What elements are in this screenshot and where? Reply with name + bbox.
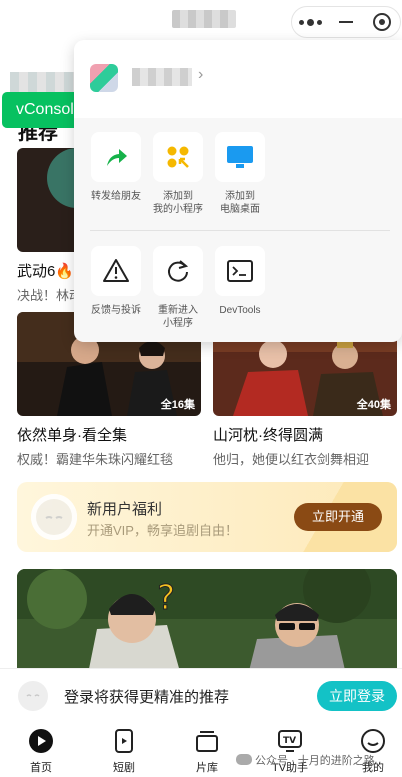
menu-label: 转发给朋友 — [91, 191, 141, 202]
reload-icon — [153, 246, 203, 296]
close-button[interactable] — [364, 7, 400, 37]
play-icon — [29, 729, 53, 753]
featured-video-thumbnail[interactable]: ? — [17, 569, 397, 679]
menu-label: 反馈与投诉 — [91, 305, 141, 316]
open-vip-button[interactable]: 立即开通 — [294, 503, 382, 531]
warning-icon — [91, 246, 141, 296]
minimize-button[interactable] — [328, 7, 364, 37]
miniprogram-logo — [90, 64, 118, 92]
tab-home[interactable]: 首页 — [13, 728, 69, 775]
miniprogram-capsule — [291, 6, 401, 38]
menu-header[interactable]: › — [74, 40, 402, 118]
short-drama-icon — [115, 729, 133, 753]
video-subtitle: 权威！霸建华朱珠闪耀红毯 — [17, 452, 174, 467]
chevron-right-icon: › — [198, 66, 204, 83]
svg-text:?: ? — [157, 578, 175, 618]
share-icon — [91, 132, 141, 182]
vconsole-button[interactable]: vConsole — [2, 92, 84, 128]
tab-label: 首页 — [30, 762, 52, 774]
menu-label: DevTools — [219, 305, 261, 316]
add-miniprogram-icon — [153, 132, 203, 182]
bottom-tab-bar: 首页 短剧 片库 TV TV助手 我的 — [0, 722, 402, 777]
watermark-text: 公众号 · 十月的进阶之路 — [255, 755, 375, 767]
menu-label: 添加到 我的小程序 — [153, 191, 203, 215]
desktop-icon — [215, 132, 265, 182]
capsule-menu-popup: › 转发给朋友 添加到 我的小程序 添加到 电脑桌面 反馈与投诉 重新进入 小程… — [74, 40, 402, 342]
menu-item-share[interactable]: 转发给朋友 — [84, 132, 148, 203]
menu-divider — [90, 230, 390, 231]
more-button[interactable] — [292, 7, 328, 37]
login-prompt-bar: 登录将获得更精准的推荐 立即登录 — [0, 668, 402, 722]
video-title: 依然单身·看全集 — [17, 427, 127, 444]
minus-icon — [339, 21, 353, 23]
menu-item-feedback[interactable]: 反馈与投诉 — [84, 246, 148, 317]
miniprogram-name-blurred — [132, 68, 192, 86]
login-button[interactable]: 立即登录 — [317, 681, 397, 711]
video-title: 山河枕·终得圆满 — [213, 427, 323, 444]
episode-badge: 全40集 — [356, 399, 391, 411]
more-icon — [298, 18, 322, 26]
menu-item-reload[interactable]: 重新进入 小程序 — [146, 246, 210, 330]
avatar — [18, 681, 48, 711]
page-title-blurred — [172, 10, 236, 28]
menu-item-add-desktop[interactable]: 添加到 电脑桌面 — [208, 132, 272, 216]
new-user-promo-banner[interactable]: 新用户福利 开通VIP，畅享追剧自由！ 立即开通 — [17, 482, 397, 552]
profile-icon — [361, 729, 385, 753]
login-prompt-text: 登录将获得更精准的推荐 — [64, 689, 230, 706]
menu-label: 重新进入 小程序 — [158, 305, 198, 329]
tab-short-drama[interactable]: 短剧 — [96, 728, 152, 775]
tab-label: 短剧 — [113, 762, 135, 774]
user-info-blurred — [10, 72, 82, 92]
watermark: 公众号 · 十月的进阶之路 — [236, 752, 375, 768]
promo-subtitle: 开通VIP，畅享追剧自由！ — [87, 523, 238, 538]
tv-icon: TV — [278, 730, 302, 752]
library-icon — [196, 731, 218, 752]
top-navigation-bar — [0, 0, 402, 44]
episode-badge: 全16集 — [160, 399, 195, 411]
tab-library[interactable]: 片库 — [179, 728, 235, 775]
tab-label: 片库 — [196, 762, 218, 774]
terminal-icon — [215, 246, 265, 296]
menu-item-add-miniprogram[interactable]: 添加到 我的小程序 — [146, 132, 210, 216]
menu-label: 添加到 电脑桌面 — [220, 191, 260, 215]
menu-item-devtools[interactable]: DevTools — [208, 246, 272, 317]
svg-text:TV: TV — [283, 736, 296, 746]
promo-mascot-icon — [31, 494, 77, 540]
target-icon — [373, 13, 391, 31]
video-subtitle: 他归，她便以红衣剑舞相迎 — [213, 452, 370, 467]
promo-title: 新用户福利 — [87, 501, 163, 518]
wechat-icon — [236, 754, 252, 765]
